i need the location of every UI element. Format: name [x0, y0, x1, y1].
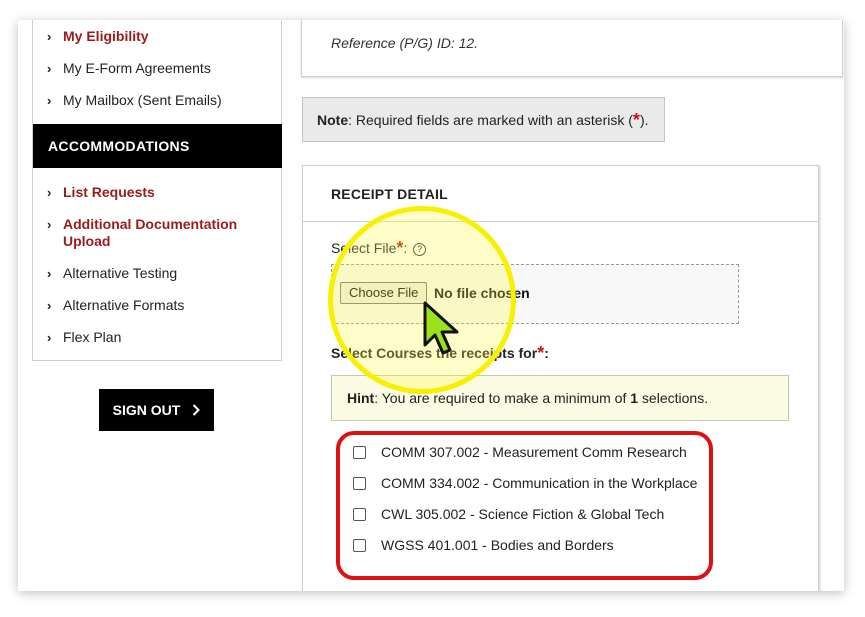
courses-highlight-outline	[336, 431, 713, 580]
hint-text-end: selections.	[638, 390, 709, 406]
note-text: : Required fields are marked with an ast…	[348, 112, 633, 128]
sidebar-item-label: My E-Form Agreements	[63, 60, 211, 76]
reference-id-text: Reference (P/G) ID: 12.	[331, 35, 479, 51]
sidebar-item-label: List Requests	[63, 184, 155, 200]
sidebar-item-label: Alternative Formats	[63, 297, 185, 313]
hint-prefix: Hint	[347, 390, 375, 406]
chevron-right-icon: ›	[47, 29, 52, 44]
chevron-right-icon: ›	[47, 217, 52, 232]
click-highlight-circle	[328, 206, 516, 394]
sign-out-button[interactable]: SIGN OUT	[99, 389, 214, 431]
mouse-pointer-icon	[423, 301, 459, 355]
sidebar-item-e-form-agreements[interactable]: › My E-Form Agreements	[47, 60, 211, 77]
sign-out-label: SIGN OUT	[112, 402, 181, 418]
sidebar-item-label: Alternative Testing	[63, 265, 178, 281]
page-card: › My Eligibility › My E-Form Agreements …	[18, 20, 844, 591]
chevron-right-icon: ›	[47, 185, 52, 200]
reference-panel: Reference (P/G) ID: 12.	[301, 20, 843, 77]
sidebar-item-label: My Eligibility	[63, 28, 149, 44]
sidebar-item-list-requests[interactable]: › List Requests	[47, 184, 155, 201]
chevron-right-icon: ›	[47, 266, 52, 281]
sidebar-item-mailbox[interactable]: › My Mailbox (Sent Emails)	[47, 92, 222, 109]
chevron-right-icon	[193, 404, 201, 416]
note-text-end: ).	[639, 112, 649, 128]
note-prefix: Note	[317, 112, 349, 128]
sidebar-item-my-eligibility[interactable]: › My Eligibility	[47, 28, 149, 45]
sidebar-item-label: My Mailbox (Sent Emails)	[63, 92, 222, 108]
sidebar-item-alternative-formats[interactable]: › Alternative Formats	[47, 297, 184, 314]
receipt-detail-title: RECEIPT DETAIL	[331, 186, 448, 202]
required-fields-note: Note: Required fields are marked with an…	[302, 97, 665, 142]
sidebar-item-label: Additional Documentation Upload	[63, 216, 238, 249]
chevron-right-icon: ›	[47, 61, 52, 76]
receipt-detail-header: RECEIPT DETAIL	[303, 166, 818, 222]
sidebar-section-accommodations: ACCOMMODATIONS	[33, 124, 282, 168]
sidebar-item-label: Flex Plan	[63, 329, 122, 345]
sidebar-item-alternative-testing[interactable]: › Alternative Testing	[47, 265, 177, 282]
select-courses-colon: :	[544, 345, 549, 361]
chevron-right-icon: ›	[47, 330, 52, 345]
chevron-right-icon: ›	[47, 298, 52, 313]
sidebar-item-additional-documentation-upload[interactable]: › Additional Documentation Upload	[47, 216, 247, 250]
chevron-right-icon: ›	[47, 93, 52, 108]
sidebar-item-flex-plan[interactable]: › Flex Plan	[47, 329, 121, 346]
hint-count: 1	[630, 390, 639, 406]
sidebar: › My Eligibility › My E-Form Agreements …	[32, 20, 282, 361]
asterisk-icon: *	[632, 110, 640, 130]
